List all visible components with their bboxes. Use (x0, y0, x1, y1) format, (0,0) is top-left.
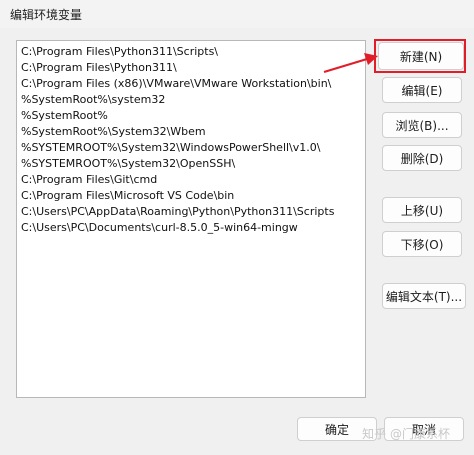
move-up-button[interactable]: 上移(U) (382, 197, 462, 223)
move-down-button[interactable]: 下移(O) (382, 231, 462, 257)
list-item[interactable]: %SystemRoot%\system32 (21, 92, 165, 108)
window-title: 编辑环境变量 (10, 8, 83, 22)
list-item[interactable]: %SYSTEMROOT%\System32\WindowsPowerShell\… (21, 140, 320, 156)
list-item[interactable]: %SYSTEMROOT%\System32\OpenSSH\ (21, 156, 235, 172)
red-arrow-icon (323, 53, 378, 74)
list-item[interactable]: C:\Program Files\Microsoft VS Code\bin (21, 188, 234, 204)
browse-button[interactable]: 浏览(B)... (382, 112, 462, 138)
list-item[interactable]: C:\Program Files\Python311\ (21, 60, 177, 76)
watermark: 知乎 @门康系杯 (362, 427, 450, 441)
title-bar: 编辑环境变量 (0, 0, 474, 28)
path-list[interactable]: C:\Program Files\Python311\Scripts\ C:\P… (16, 40, 366, 398)
list-item[interactable]: C:\Users\PC\AppData\Roaming\Python\Pytho… (21, 204, 334, 220)
list-item[interactable]: C:\Program Files\Python311\Scripts\ (21, 44, 218, 60)
list-item[interactable]: C:\Program Files\Git\cmd (21, 172, 157, 188)
delete-button[interactable]: 删除(D) (382, 145, 462, 171)
edit-text-button[interactable]: 编辑文本(T)... (382, 283, 466, 309)
edit-button[interactable]: 编辑(E) (382, 77, 462, 103)
list-item[interactable]: %SystemRoot%\System32\Wbem (21, 124, 206, 140)
list-item[interactable]: C:\Program Files (x86)\VMware\VMware Wor… (21, 76, 331, 92)
highlight-box (374, 39, 466, 73)
list-item[interactable]: C:\Users\PC\Documents\curl-8.5.0_5-win64… (21, 220, 298, 236)
list-item[interactable]: %SystemRoot% (21, 108, 108, 124)
